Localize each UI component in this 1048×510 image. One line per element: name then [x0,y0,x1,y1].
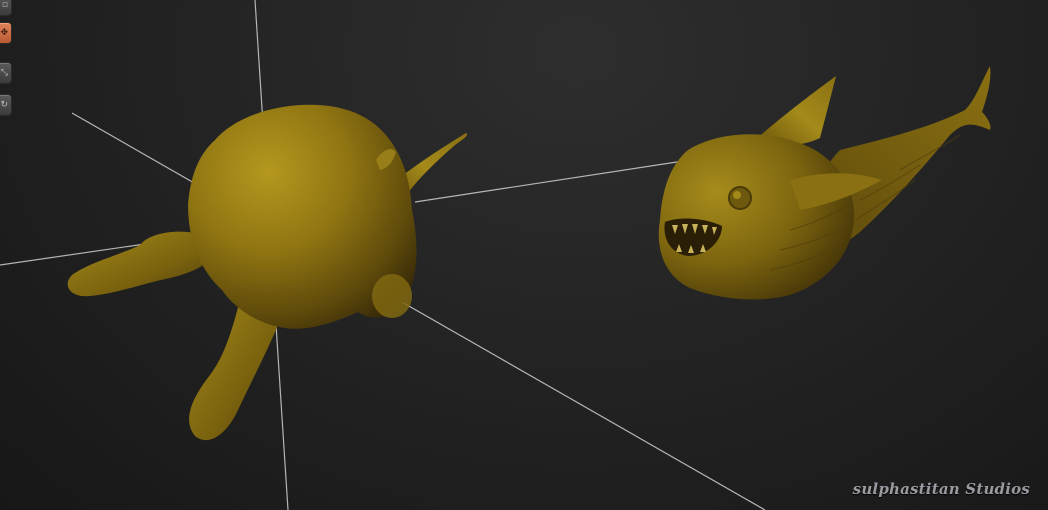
rotate-icon: ↻ [0,100,8,110]
fish-creature-model[interactable] [658,66,991,300]
3d-viewport[interactable]: ▫ ✥ ⤡ ↻ sulphastitan Studios [0,0,1048,510]
fish-eye [728,186,752,210]
fish-dorsal-fin [755,76,836,146]
watermark-text: sulphastitan Studios [852,480,1030,498]
move-icon: ✥ [0,28,8,38]
square-icon: ▫ [1,0,8,10]
scale-icon: ⤡ [0,68,8,78]
toolbar-button-scale[interactable]: ⤡ [0,62,12,84]
viewport-canvas[interactable] [0,0,1048,510]
blob-lower-lump [372,274,412,318]
blob-creature-model[interactable] [67,104,468,441]
axis-line-right [414,159,691,203]
toolbar-button-move[interactable]: ✥ [0,22,12,44]
fish-eye-highlight [733,191,741,199]
toolbar-button-rotate[interactable]: ↻ [0,94,12,116]
toolbar-button-square[interactable]: ▫ [0,0,12,16]
